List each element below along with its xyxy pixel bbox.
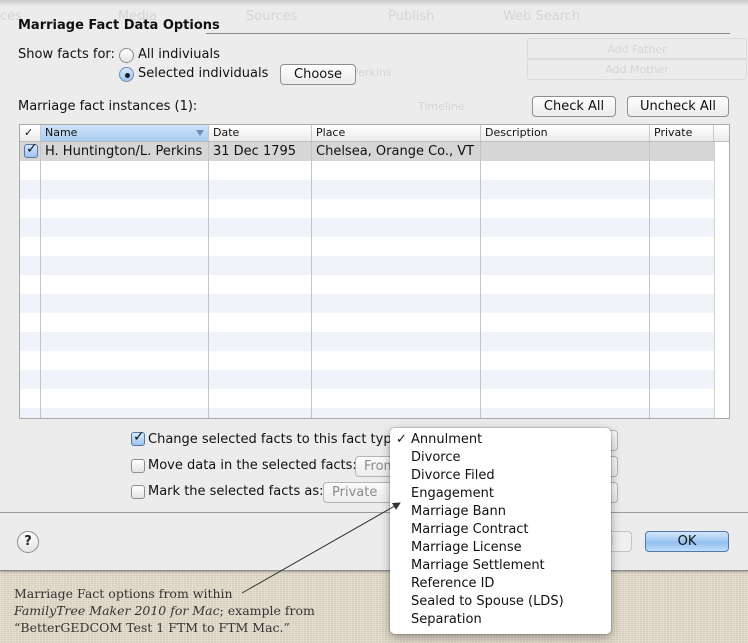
menu-item-marriage-bann[interactable]: Marriage Bann bbox=[390, 503, 611, 521]
footer-divider bbox=[0, 512, 748, 513]
empty-table-row bbox=[20, 389, 714, 408]
menu-item-marriage-contract[interactable]: Marriage Contract bbox=[390, 521, 611, 539]
empty-table-row bbox=[20, 332, 714, 351]
menu-item-label: Marriage Settlement bbox=[411, 558, 545, 573]
column-header-place[interactable]: Place bbox=[312, 125, 481, 141]
menu-item-reference-id[interactable]: Reference ID bbox=[390, 575, 611, 593]
empty-table-row bbox=[20, 199, 714, 218]
column-divider bbox=[311, 142, 312, 418]
uncheck-all-button[interactable]: Uncheck All bbox=[627, 96, 729, 117]
title-divider bbox=[206, 33, 730, 34]
figure-caption: Marriage Fact options from within Family… bbox=[14, 585, 315, 636]
column-header-date[interactable]: Date bbox=[209, 125, 312, 141]
empty-table-row bbox=[20, 408, 714, 418]
menu-item-label: Engagement bbox=[411, 486, 494, 501]
row-checkbox[interactable] bbox=[24, 141, 38, 158]
menu-item-label: Divorce Filed bbox=[411, 468, 495, 483]
bg-view-tab: Timeline bbox=[418, 100, 465, 113]
menu-item-annulment[interactable]: ✓ Annulment bbox=[390, 431, 611, 449]
column-header-name[interactable]: Name bbox=[41, 125, 209, 141]
empty-table-row bbox=[20, 237, 714, 256]
cell-date: 31 Dec 1795 bbox=[213, 144, 297, 159]
help-button[interactable]: ? bbox=[17, 531, 39, 553]
column-divider bbox=[208, 142, 209, 418]
move-data-checkbox[interactable] bbox=[131, 459, 145, 473]
empty-table-row bbox=[20, 275, 714, 294]
menu-item-label: Marriage Contract bbox=[411, 522, 529, 537]
menu-item-label: Marriage License bbox=[411, 540, 522, 555]
cell-name: H. Huntington/L. Perkins bbox=[45, 144, 203, 159]
menu-item-marriage-license[interactable]: Marriage License bbox=[390, 539, 611, 557]
dialog-title: Marriage Fact Data Options bbox=[18, 18, 220, 33]
menu-item-label: Reference ID bbox=[411, 576, 495, 591]
sheet-shadow bbox=[0, 0, 748, 6]
empty-table-row bbox=[20, 218, 714, 237]
empty-table-row bbox=[20, 161, 714, 180]
column-divider bbox=[480, 142, 481, 418]
sort-descending-icon bbox=[196, 130, 204, 136]
change-type-checkbox[interactable] bbox=[131, 429, 145, 446]
table-row[interactable]: H. Huntington/L. Perkins 31 Dec 1795 Che… bbox=[20, 141, 714, 161]
marriage-fact-options-dialog: ces Media Sources Publish Web Search Add… bbox=[0, 0, 748, 571]
column-header-name-label: Name bbox=[45, 126, 78, 139]
choose-button[interactable]: Choose bbox=[280, 64, 356, 85]
checkmark-icon: ✓ bbox=[396, 432, 407, 447]
check-all-button[interactable]: Check All bbox=[532, 96, 616, 117]
move-data-label[interactable]: Move data in the selected facts: bbox=[148, 458, 357, 473]
bg-toolbar-item: Web Search bbox=[503, 9, 581, 24]
radio-selected-individuals-label[interactable]: Selected individuals bbox=[138, 66, 268, 81]
caption-line-1: Marriage Fact options from within bbox=[14, 586, 233, 601]
ok-button[interactable]: OK bbox=[645, 531, 729, 552]
menu-item-label: Separation bbox=[411, 612, 482, 627]
menu-item-label: Divorce bbox=[411, 450, 461, 465]
bg-add-mother: Add Mother bbox=[527, 58, 747, 80]
cell-private bbox=[650, 142, 714, 161]
column-header-description[interactable]: Description bbox=[481, 125, 650, 141]
mark-as-label[interactable]: Mark the selected facts as: bbox=[148, 484, 323, 499]
menu-item-label: Marriage Bann bbox=[411, 504, 506, 519]
caption-line-2: FamilyTree Maker 2010 for Mac; example f… bbox=[14, 602, 315, 619]
empty-table-row bbox=[20, 180, 714, 199]
bg-toolbar-item: Publish bbox=[388, 9, 435, 24]
caption-line-2-rest: ; example from bbox=[219, 603, 315, 618]
menu-item-engagement[interactable]: Engagement bbox=[390, 485, 611, 503]
empty-table-row bbox=[20, 256, 714, 275]
menu-item-label: Sealed to Spouse (LDS) bbox=[411, 594, 564, 609]
empty-table-row bbox=[20, 313, 714, 332]
bg-add-father: Add Father bbox=[527, 38, 747, 60]
radio-all-individuals-label[interactable]: All indiviuals bbox=[138, 47, 220, 62]
instances-label: Marriage fact instances (1): bbox=[18, 99, 198, 114]
radio-all-individuals[interactable] bbox=[119, 48, 134, 63]
change-type-label[interactable]: Change selected facts to this fact type bbox=[148, 432, 400, 447]
menu-item-separation[interactable]: Separation bbox=[390, 611, 611, 629]
caption-line-3: “BetterGEDCOM Test 1 FTM to FTM Mac.” bbox=[14, 620, 290, 635]
menu-item-label: Annulment bbox=[411, 432, 483, 447]
fact-type-menu: ✓ Annulment Divorce Divorce Filed Engagem… bbox=[390, 428, 611, 634]
empty-table-row bbox=[20, 370, 714, 389]
table-scrollbar[interactable] bbox=[714, 142, 729, 418]
show-facts-for-label: Show facts for: bbox=[18, 47, 115, 62]
column-divider bbox=[649, 142, 650, 418]
empty-table-row bbox=[20, 294, 714, 313]
menu-item-marriage-settlement[interactable]: Marriage Settlement bbox=[390, 557, 611, 575]
column-header-check[interactable]: ✓ bbox=[20, 125, 41, 141]
table-header: ✓ Name Date Place Description Private bbox=[20, 125, 729, 142]
column-divider bbox=[40, 142, 41, 418]
fact-instances-table[interactable]: ✓ Name Date Place Description Private H.… bbox=[19, 124, 730, 419]
menu-item-divorce[interactable]: Divorce bbox=[390, 449, 611, 467]
mark-as-checkbox[interactable] bbox=[131, 485, 145, 499]
empty-table-row bbox=[20, 351, 714, 370]
menu-item-divorce-filed[interactable]: Divorce Filed bbox=[390, 467, 611, 485]
cell-description bbox=[481, 142, 650, 161]
bg-dropdown: Perkins bbox=[352, 66, 392, 79]
caption-app-name: FamilyTree Maker 2010 for Mac bbox=[14, 603, 220, 618]
radio-selected-individuals[interactable] bbox=[119, 67, 134, 82]
column-header-private[interactable]: Private bbox=[650, 125, 714, 141]
bg-toolbar-item: Sources bbox=[246, 9, 298, 24]
cell-place: Chelsea, Orange Co., VT bbox=[316, 144, 475, 159]
menu-item-sealed-to-spouse[interactable]: Sealed to Spouse (LDS) bbox=[390, 593, 611, 611]
